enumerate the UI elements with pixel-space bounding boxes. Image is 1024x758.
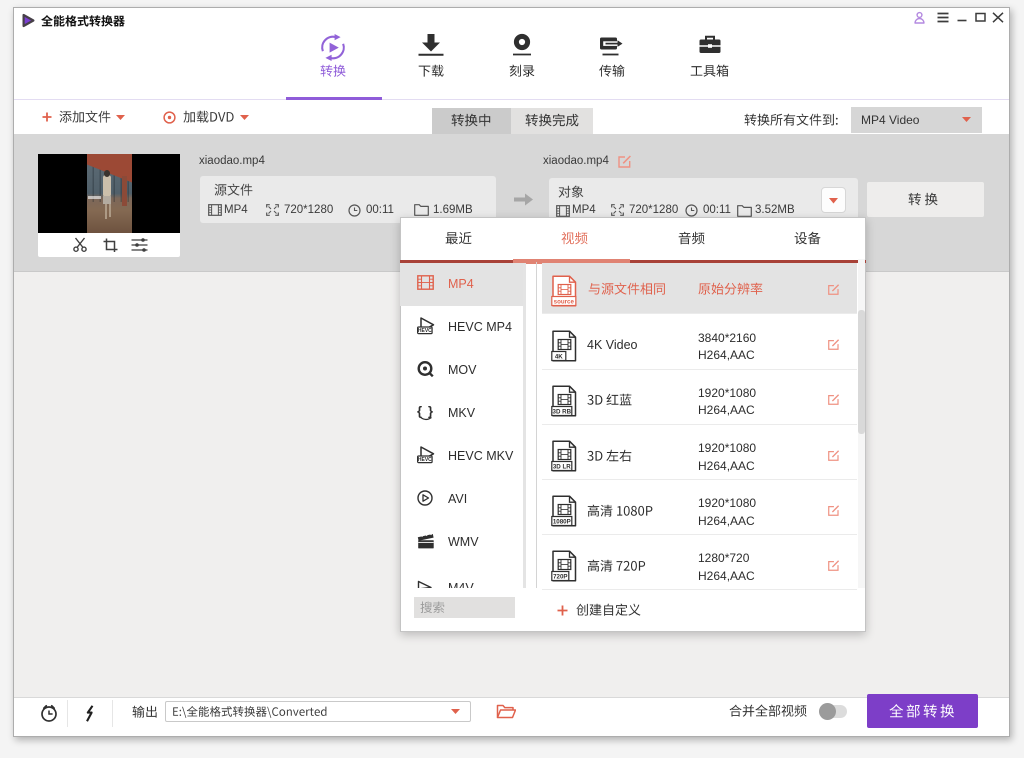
svg-text:HEVC: HEVC bbox=[418, 328, 432, 334]
svg-text:1080P: 1080P bbox=[553, 518, 571, 525]
svg-text:720P: 720P bbox=[553, 573, 567, 580]
svg-text:source: source bbox=[554, 298, 575, 305]
svg-text:3D RB: 3D RB bbox=[553, 408, 572, 415]
svg-text:3D LR: 3D LR bbox=[553, 463, 571, 470]
svg-text:4K: 4K bbox=[555, 353, 563, 360]
svg-text:HEVC: HEVC bbox=[418, 457, 432, 463]
svg-text:{: { bbox=[417, 404, 422, 419]
svg-text:}: } bbox=[428, 404, 433, 419]
